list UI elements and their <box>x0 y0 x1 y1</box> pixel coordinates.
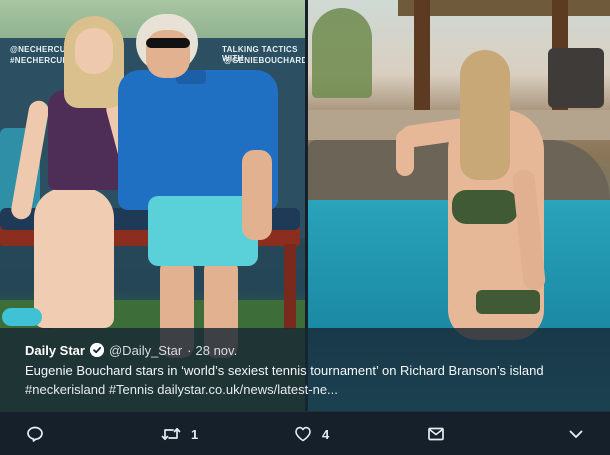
heart-icon <box>294 425 312 443</box>
like-count: 4 <box>322 426 330 442</box>
envelope-icon <box>427 425 445 443</box>
header-separator: · <box>187 342 192 358</box>
banner-tag: @NECHERCUP <box>10 45 72 54</box>
photo-figure <box>146 38 190 48</box>
like-button[interactable]: 4 <box>294 412 329 455</box>
direct-message-button[interactable] <box>427 412 445 455</box>
photo-bench-leg <box>284 244 296 329</box>
photo-figure <box>75 28 113 74</box>
tweet-media-card[interactable]: @NECHERCUP #NECHERCUP TALKING TACTICS WI… <box>0 0 610 411</box>
photo-figure <box>452 190 518 224</box>
photo-palm <box>312 8 372 98</box>
retweet-icon <box>161 425 181 443</box>
retweet-button[interactable]: 1 <box>161 412 198 455</box>
reply-icon <box>26 425 44 443</box>
photo-figure <box>34 188 114 328</box>
photo-figure <box>476 290 540 314</box>
tweet-text: Eugenie Bouchard stars in ‘world’s sexie… <box>25 363 544 378</box>
tweet-header: Daily Star @Daily_Star · 28 nov. <box>25 341 610 359</box>
tweet-hashtags-link[interactable]: #neckerisland #Tennis dailystar.co.uk/ne… <box>25 380 610 399</box>
more-options-button[interactable] <box>567 412 585 455</box>
chevron-down-icon <box>567 425 585 443</box>
reply-button[interactable] <box>26 412 54 455</box>
verified-badge-icon <box>89 343 104 357</box>
photo-figure <box>242 150 272 240</box>
tweet-action-bar: 1 4 <box>0 411 610 455</box>
photo-post <box>414 0 430 110</box>
banner-tag: @GENIEBOUCHARD <box>224 56 305 65</box>
tweet-date[interactable]: 28 nov. <box>196 343 238 358</box>
author-name[interactable]: Daily Star <box>25 343 85 358</box>
author-handle[interactable]: @Daily_Star <box>109 343 182 358</box>
photo-figure <box>396 130 414 176</box>
photo-figure <box>460 50 510 180</box>
banner-tag: #NECHERCUP <box>10 56 69 65</box>
tweet-overlay[interactable]: Daily Star @Daily_Star · 28 nov. Eugenie… <box>0 328 610 411</box>
photo-figure <box>2 308 42 326</box>
photo-chair <box>548 48 604 108</box>
retweet-count: 1 <box>191 426 199 442</box>
